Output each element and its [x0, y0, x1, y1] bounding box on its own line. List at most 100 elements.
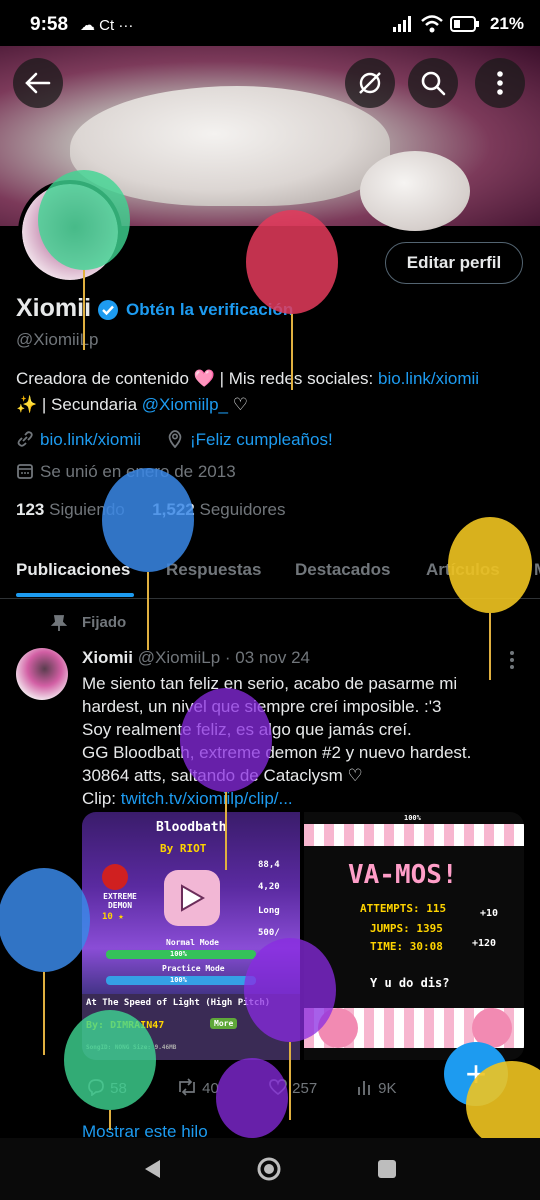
website-link[interactable]: bio.link/xiomii	[40, 430, 141, 449]
tab-articulos[interactable]: Artículos	[426, 560, 500, 580]
pink-border-top	[304, 824, 524, 846]
complete-tagline: Y u do dis?	[370, 976, 450, 990]
post-line: GG Bloodbath, extreme demon #2 y nuevo h…	[82, 743, 472, 762]
following-stat[interactable]: 123 Siguiendo	[16, 500, 125, 519]
song-name: At The Speed of Light (High Pitch)	[86, 998, 271, 1008]
post-body: Me siento tan feliz en serio, acabo de p…	[82, 672, 522, 810]
location-icon	[168, 430, 182, 449]
banner-cat-image	[70, 86, 390, 206]
level-creator: By RIOT	[160, 842, 207, 855]
status-time: 9:58	[30, 14, 69, 35]
views-action[interactable]: 9K	[356, 1078, 397, 1097]
back-arrow-icon	[25, 72, 51, 94]
post-more-icon[interactable]	[508, 650, 516, 670]
replay-button[interactable]	[318, 1008, 358, 1048]
joined-date: Se unió en enero de 2013	[40, 462, 236, 481]
bio-link[interactable]: bio.link/xiomii	[378, 369, 479, 388]
system-nav-bar	[0, 1138, 540, 1200]
post-header: Xiomii @XiomiiLp · 03 nov 24	[82, 648, 310, 668]
joined-row: Se unió en enero de 2013	[16, 462, 236, 482]
profile-handle: @XiomiiLp	[16, 330, 99, 349]
like-count: 257	[292, 1080, 318, 1097]
nav-back-icon[interactable]	[142, 1158, 162, 1180]
profile-avatar[interactable]	[18, 180, 122, 284]
birthday-link[interactable]: ¡Feliz cumpleaños!	[190, 430, 333, 449]
bio-text-3: ♡	[228, 395, 248, 414]
repost-action[interactable]: 40	[176, 1078, 219, 1097]
clip-link[interactable]: twitch.tv/xiomiilp/clip/...	[121, 789, 293, 808]
active-tab-indicator	[16, 593, 134, 597]
wifi-icon	[420, 14, 444, 38]
repost-icon	[179, 1078, 195, 1096]
nav-recents-icon[interactable]	[376, 1158, 398, 1180]
plus-icon: +	[465, 1053, 487, 1094]
heart-icon	[269, 1079, 287, 1096]
profile-bio: Creadora de contenido 🩷 | Mis redes soci…	[16, 366, 516, 418]
normal-mode-label: Normal Mode	[166, 938, 219, 947]
post-line: 30864 atts, saltando de Cataclysm ♡	[82, 766, 363, 785]
birthday-row: ¡Feliz cumpleaños!	[166, 430, 333, 450]
followers-stat[interactable]: 1,522 Seguidores	[152, 500, 285, 519]
search-button[interactable]	[408, 58, 458, 108]
clip-label: Clip:	[82, 789, 121, 808]
bio-text-2: ✨ | Secundaria	[16, 395, 142, 414]
reply-icon	[88, 1079, 104, 1097]
tab-more[interactable]: M	[534, 560, 540, 580]
link-icon	[17, 431, 33, 447]
signal-icon	[392, 15, 414, 37]
calendar-icon	[17, 464, 33, 479]
post-media-complete[interactable]: 100% VA-MOS! ATTEMPTS: 115 JUMPS: 1395 T…	[304, 812, 524, 1060]
status-notification-icons: ☁ Ct ···	[80, 17, 134, 34]
back-button[interactable]	[13, 58, 63, 108]
post-line: Soy realmente feliz, es algo que jamás c…	[82, 720, 412, 739]
tab-respuestas[interactable]: Respuestas	[166, 560, 261, 580]
pinned-label: Fijado	[82, 614, 127, 631]
practice-mode-label: Practice Mode	[162, 964, 225, 973]
website-row: bio.link/xiomii	[16, 430, 141, 450]
grok-button[interactable]	[345, 58, 395, 108]
like-action[interactable]: 257	[268, 1078, 317, 1097]
song-author: By: DIMRAIN47	[86, 1020, 165, 1031]
nav-home-icon[interactable]	[256, 1156, 282, 1182]
display-name: Xiomii	[16, 294, 92, 322]
bio-mention-link[interactable]: @Xiomiilp_	[142, 395, 228, 414]
post-handle-date: @XiomiiLp · 03 nov 24	[137, 648, 310, 667]
status-bar: 9:58 ☁ Ct ··· 21%	[0, 0, 540, 50]
follow-stats: 123 Siguiendo 1,522 Seguidores	[16, 500, 286, 520]
song-more-button[interactable]: More	[210, 1018, 238, 1029]
more-button[interactable]	[475, 58, 525, 108]
battery-percent: 21%	[489, 14, 524, 33]
reply-count: 58	[110, 1080, 127, 1097]
more-vert-icon	[497, 71, 503, 95]
level-title: Bloodbath	[156, 820, 227, 835]
demon-face-icon	[102, 864, 128, 890]
banner-cat-head	[360, 151, 470, 231]
play-button[interactable]	[164, 870, 220, 926]
edit-profile-button[interactable]: Editar perfil	[385, 242, 523, 284]
complete-title: VA-MOS!	[348, 860, 458, 890]
play-icon	[181, 884, 205, 912]
reply-action[interactable]: 58	[86, 1078, 127, 1097]
post-media-level[interactable]: Bloodbath By RIOT EXTREME DEMON 10 ★ 88,…	[82, 812, 300, 1060]
views-count: 9K	[378, 1080, 397, 1097]
difficulty: EXTREME DEMON	[103, 892, 137, 910]
song-meta: SongID: NONG Size: 9.46MB	[86, 1044, 177, 1051]
repost-count: 40	[202, 1080, 219, 1097]
post-author[interactable]: Xiomii	[82, 648, 133, 667]
verified-badge-icon[interactable]	[97, 299, 119, 321]
battery-icon	[450, 15, 480, 37]
search-icon	[421, 71, 446, 96]
tab-publicaciones[interactable]: Publicaciones	[16, 560, 130, 580]
balloon-purple-icon	[216, 1058, 288, 1138]
post-line: Me siento tan feliz en serio, acabo de p…	[82, 674, 458, 693]
profile-tabs: Publicaciones Respuestas Destacados Artí…	[0, 548, 540, 599]
compose-button[interactable]: +	[444, 1042, 508, 1106]
stars: 10 ★	[102, 912, 124, 922]
pin-icon	[50, 615, 68, 631]
bio-text: Creadora de contenido 🩷 | Mis redes soci…	[16, 369, 378, 388]
post-avatar[interactable]	[16, 648, 68, 700]
tab-destacados[interactable]: Destacados	[295, 560, 390, 580]
balloon-blue-icon	[0, 868, 90, 1055]
get-verified-link[interactable]: Obtén la verificación	[126, 300, 293, 320]
post-line: hardest, un nivel que siempre creí impos…	[82, 697, 442, 716]
